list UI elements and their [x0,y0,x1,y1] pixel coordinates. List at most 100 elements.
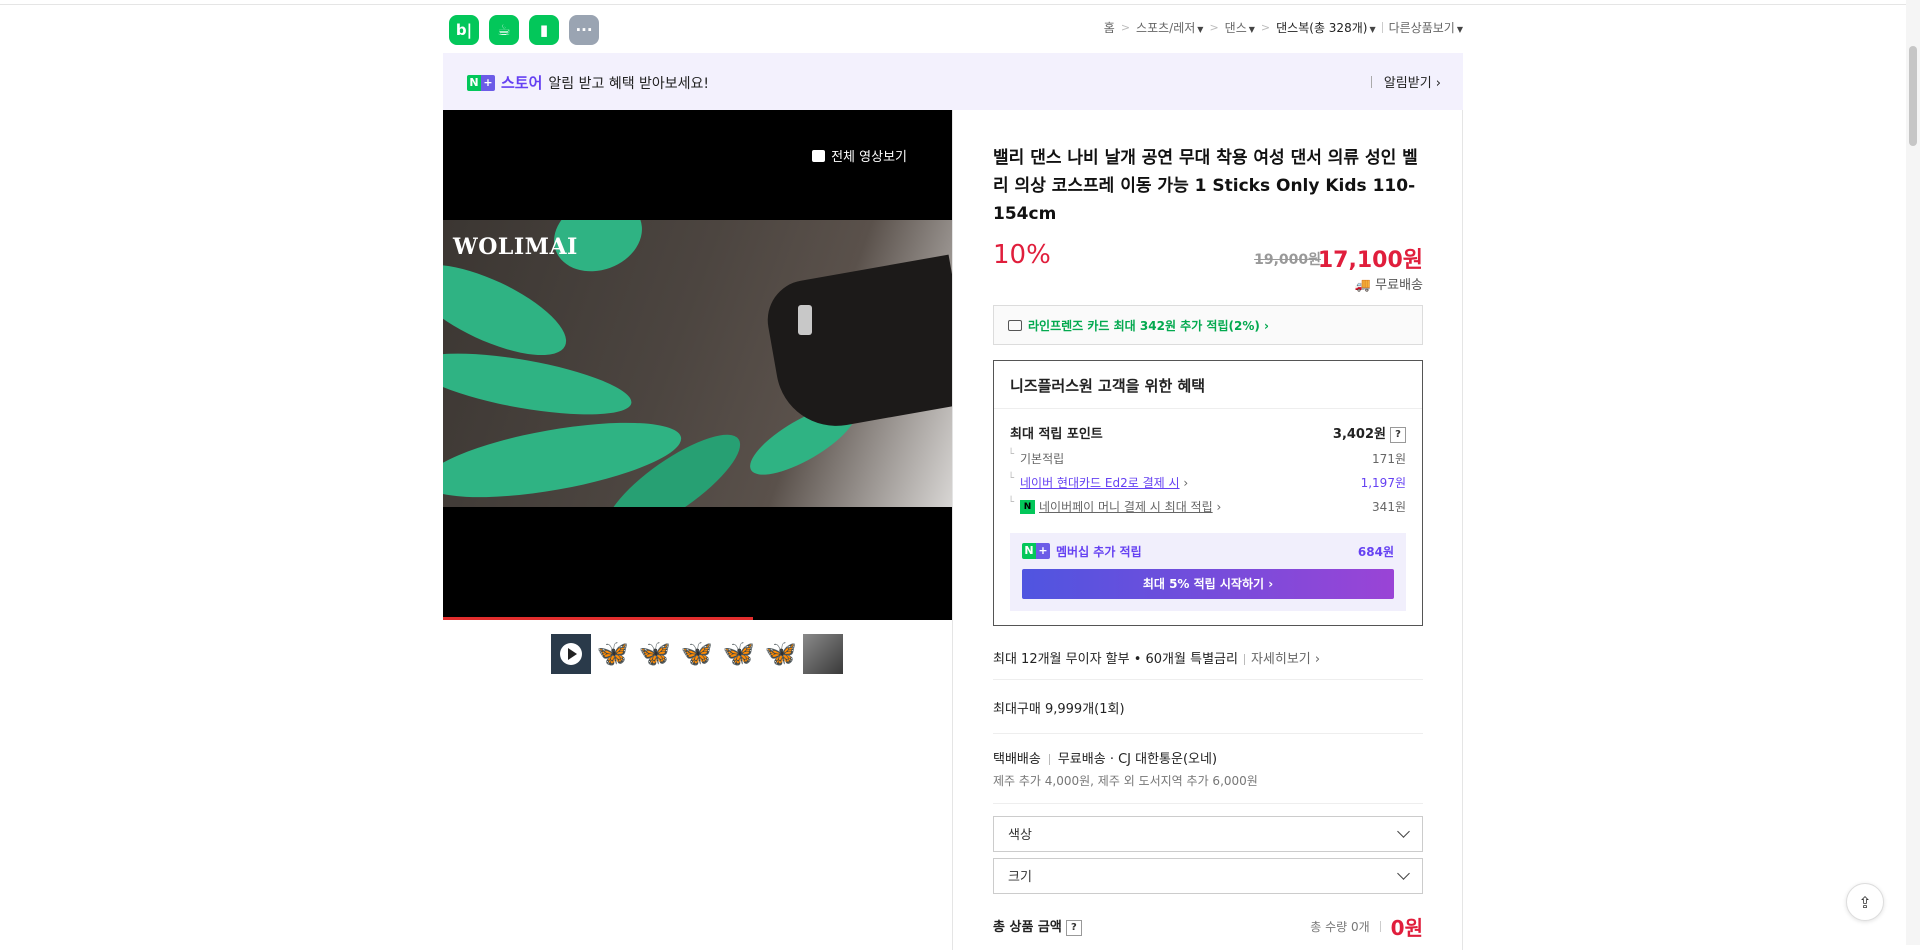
cafe-icon[interactable]: ☕ [489,15,519,45]
divider [1462,110,1463,950]
thumbnail-strip: 🦋 🦋 🦋 🦋 🦋 [551,634,843,674]
chevron-down-icon [1397,866,1410,880]
page-container: b| ☕ ▮ ··· 홈 > 스포츠/레저 ▼ > 댄스 ▼ > 댄스복(총 328… [443,5,1463,950]
page-scrollbar[interactable] [1906,0,1920,945]
installment-text: 최대 12개월 무이자 할부 • 60개월 특별금리 [993,651,1238,667]
full-video-button[interactable]: 전체 영상보기 [812,146,907,165]
points-value: 1,197원 [1360,475,1406,490]
other-products-dropdown[interactable]: 다른상품보기 ▼ [1389,19,1463,36]
caret-down-icon: ▼ [1456,25,1463,34]
points-row-card: 네이버 현대카드 Ed2로 결제 시 › 1,197원 [994,473,1422,491]
option-label: 색상 [1008,828,1032,843]
caret-down-icon: ▼ [1197,25,1204,34]
video-icon [812,149,826,162]
divider [952,110,953,950]
delivery-method: 택배배송 [993,751,1041,767]
points-row-basic: 기본적립 171원 [994,449,1422,467]
share-button[interactable]: ⇪ [1846,883,1884,921]
max-purchase-text: 최대구매 9,999개(1회) [993,701,1125,717]
npay-icon: N [1020,500,1035,514]
store-alert-banner: N + 스토어 알림 받고 혜택 받아보세요! 알림받기 › [443,53,1463,110]
thumbnail-video[interactable] [551,634,591,674]
total-row: 총 상품 금액? 총 수량 0개 0원 [993,912,1423,941]
chevron-right-icon: › [1183,475,1189,490]
chevron-right-icon: > [1209,21,1219,34]
delivery-fee: 무료배송 [1057,751,1106,767]
card-promo[interactable]: 라인프렌즈 카드 최대 342원 추가 적립(2%) › [993,305,1423,345]
thumbnail-item[interactable]: 🦋 [761,634,801,674]
divider [1370,75,1372,88]
chevron-right-icon: › [1216,499,1222,514]
membership-row: N + 멤버십 추가 적립 684원 [1022,543,1394,560]
breadcrumb-cat1[interactable]: 스포츠/레저 ▼ [1136,19,1203,36]
max-points-row: 최대 적립 포인트 3,402원? [994,423,1422,443]
delivery-carrier: · CJ 대한통운(오네) [1109,751,1218,767]
nplus-membership-icon: N + [1022,543,1050,559]
breadcrumb: 홈 > 스포츠/레저 ▼ > 댄스 ▼ > 댄스복(총 328개) ▼ 다른상품보기 ▼ [1104,19,1463,36]
chevron-right-icon: > [1260,21,1271,34]
delivery-extra-fee: 제주 추가 4,000원, 제주 외 도서지역 추가 6,000원 [993,773,1258,788]
membership-box: N + 멤버십 추가 적립 684원 최대 5% 적립 시작하기 › [1010,532,1406,611]
divider [1379,920,1381,932]
discount-rate: 10% [993,240,1051,270]
shipping-label: 무료배송 [1375,278,1423,293]
breadcrumb-cat2[interactable]: 댄스 ▼ [1225,19,1255,36]
points-label: 기본적립 [1008,449,1064,467]
help-icon[interactable]: ? [1390,426,1406,443]
total-quantity: 총 수량 0개 [1310,919,1370,934]
card-points-link[interactable]: 네이버 현대카드 Ed2로 결제 시 [1020,476,1180,490]
sale-price: 17,100원 [1317,248,1423,273]
npay-points-link[interactable]: 네이버페이 머니 결제 시 최대 적립 [1039,500,1213,514]
points-value: 341원 [1372,499,1406,514]
delivery-row: 택배배송 무료배송 · CJ 대한통운(오네) 제주 추가 4,000원, 제주 … [993,734,1423,804]
banner-action: 알림받기 › [1370,72,1441,91]
option-select-color[interactable]: 색상 [993,815,1423,852]
truck-icon: 🚚 [1354,278,1372,293]
thumbnail-item[interactable]: 🦋 [677,634,717,674]
breadcrumb-home[interactable]: 홈 [1104,19,1115,36]
thumbnail-item[interactable] [803,634,843,674]
thumbnail-item[interactable]: 🦋 [635,634,675,674]
video-frame: WOLIMAI [443,220,952,507]
video-progress-bar[interactable] [443,617,754,620]
caret-down-icon: ▼ [1369,25,1376,34]
elastic-band [761,254,952,436]
thumbnail-item[interactable]: 🦋 [719,634,759,674]
breadcrumb-cat3[interactable]: 댄스복(총 328개) ▼ [1276,19,1375,36]
app-shortcuts: b| ☕ ▮ ··· [449,15,599,45]
points-row-npay: N 네이버페이 머니 결제 시 최대 적립 › 341원 [994,497,1422,515]
brand-watermark: WOLIMAI [453,234,578,260]
membership-label: 멤버십 추가 적립 [1056,544,1142,559]
strap-clip [798,305,812,335]
bookmark-icon[interactable]: ▮ [529,15,559,45]
total-amount: 0원 [1390,915,1423,940]
divider [1243,653,1245,665]
benefits-box: 니즈플러스원 고객을 위한 혜택 최대 적립 포인트 3,402원? 기본적립 … [993,360,1423,626]
thumbnail-item[interactable]: 🦋 [593,634,633,674]
option-select-size[interactable]: 크기 [993,857,1423,894]
blog-icon[interactable]: b| [449,15,479,45]
caret-down-icon: ▼ [1248,25,1255,34]
product-info-panel: 밸리 댄스 나비 날개 공연 무대 착용 여성 댄서 의류 성인 벨리 의상 코… [993,110,1423,941]
points-value: 171원 [1372,451,1406,466]
installment-details-link[interactable]: 자세히보기 › [1251,652,1320,667]
notify-button[interactable]: 알림받기 › [1384,72,1441,91]
help-icon[interactable]: ? [1065,919,1082,936]
option-label: 크기 [1008,870,1032,885]
benefits-title: 니즈플러스원 고객을 위한 혜택 [994,361,1422,409]
original-price: 19,000원 [1254,252,1321,268]
divider [1381,22,1383,33]
nplus-store-logo: N + [467,74,495,91]
max-purchase-row: 최대구매 9,999개(1회) [993,680,1423,734]
play-icon [560,643,582,665]
more-icon[interactable]: ··· [569,15,599,45]
store-label: 스토어 [501,74,543,92]
share-icon: ⇪ [1858,892,1872,912]
max-points-label: 최대 적립 포인트 [1010,427,1103,442]
product-video-player[interactable]: 전체 영상보기 WOLIMAI [443,110,952,620]
scrollbar-thumb[interactable] [1909,46,1917,146]
membership-start-button[interactable]: 최대 5% 적립 시작하기 › [1022,568,1394,599]
membership-value: 684원 [1357,544,1394,559]
price-row: 10% 19,000원 17,100원 [993,236,1423,276]
product-title: 밸리 댄스 나비 날개 공연 무대 착용 여성 댄서 의류 성인 벨리 의상 코… [993,148,1418,224]
